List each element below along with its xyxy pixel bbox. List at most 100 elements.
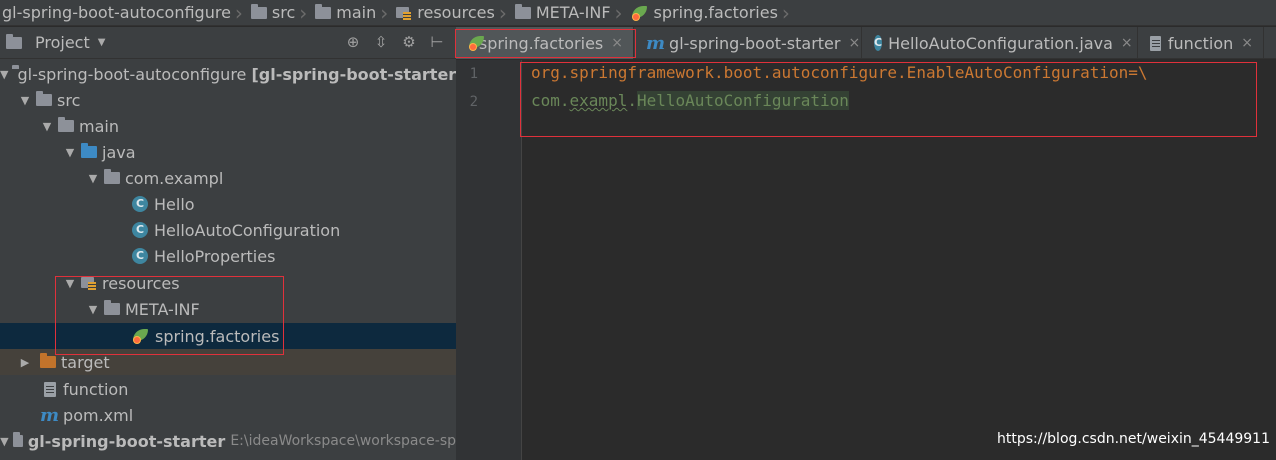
tree-item-java[interactable]: ▼ java [0, 139, 456, 165]
tree-item-label: spring.factories [155, 326, 280, 346]
collapse-icon[interactable]: ⇳ [372, 33, 390, 51]
folder-icon [104, 300, 120, 315]
project-icon [6, 33, 22, 49]
breadcrumb-label: resources [417, 3, 495, 22]
breadcrumb-label: src [271, 3, 296, 22]
tree-item-label: resources [102, 273, 180, 293]
expand-down-icon[interactable]: ▼ [18, 94, 32, 107]
tree-item-label: target [61, 352, 110, 372]
folder-icon [58, 117, 74, 132]
tab-function[interactable]: function × [1138, 27, 1264, 59]
tree-item-hello-properties[interactable]: C HelloProperties [0, 243, 456, 269]
maven-icon: m [646, 32, 666, 54]
resources-folder-icon [81, 276, 97, 290]
line-number: 2 [469, 94, 478, 110]
line-continuation: =\ [1128, 63, 1148, 82]
editor-tab-bar: spring.factories × m gl-spring-boot-star… [456, 27, 1276, 59]
code-line-2: com.exampl.HelloAutoConfiguration [531, 91, 849, 113]
tree-item-pom-xml[interactable]: m pom.xml [0, 402, 456, 428]
property-key: org.springframework.boot.autoconfigure.E… [531, 63, 1129, 82]
tree-item-path-hint: E:\ideaWorkspace\workspace-sp [230, 433, 456, 449]
class-icon: C [132, 248, 148, 264]
chevron-right-icon: › [299, 0, 308, 25]
breadcrumb-item-main[interactable]: main › [313, 0, 394, 25]
hide-icon[interactable]: ⊢ [428, 33, 446, 51]
breadcrumb-item-resources[interactable]: resources › [394, 0, 513, 25]
tree-item-meta-inf[interactable]: ▼ META-INF [0, 296, 456, 322]
breadcrumb-item-module[interactable]: gl-spring-boot-autoconfigure › [0, 0, 249, 25]
folder-icon [250, 3, 267, 19]
close-icon[interactable]: × [611, 35, 623, 51]
watermark-url: https://blog.csdn.net/weixin_45449911 [996, 431, 1270, 447]
breadcrumb-item-meta-inf[interactable]: META-INF › [513, 0, 629, 25]
expand-down-icon[interactable]: ▼ [86, 303, 100, 316]
breadcrumb-item-spring-factories[interactable]: spring.factories › [629, 0, 796, 25]
tab-label: HelloAutoConfiguration.java [888, 33, 1113, 53]
breadcrumb-item-src[interactable]: src › [249, 0, 313, 25]
chevron-right-icon: › [234, 0, 243, 25]
tree-item-hello-auto-configuration[interactable]: C HelloAutoConfiguration [0, 217, 456, 243]
tree-item-starter-module[interactable]: ▼ gl-spring-boot-starter E:\ideaWorkspac… [0, 428, 456, 454]
class-icon: C [874, 35, 883, 51]
tree-item-autoconfigure-module[interactable]: ▼ gl-spring-boot-autoconfigure [gl-sprin… [0, 61, 456, 87]
tab-gl-spring-boot-starter[interactable]: m gl-spring-boot-starter × [634, 27, 862, 59]
breadcrumb-label: META-INF [535, 3, 611, 22]
tree-item-label: Hello [154, 194, 195, 214]
breadcrumb-label: spring.factories [653, 3, 778, 22]
excluded-folder-icon [40, 353, 56, 368]
expand-right-icon[interactable]: ▶ [18, 356, 32, 369]
expand-down-icon[interactable]: ▼ [40, 120, 54, 133]
tab-label: spring.factories [478, 33, 604, 53]
expand-down-icon[interactable]: ▼ [0, 435, 9, 448]
tab-label: gl-spring-boot-starter [669, 33, 841, 53]
expand-down-icon[interactable]: ▼ [86, 172, 100, 185]
class-icon: C [132, 196, 148, 212]
close-icon[interactable]: × [1241, 35, 1253, 51]
target-icon[interactable]: ⊕ [344, 33, 362, 51]
tree-item-label: HelloProperties [154, 246, 276, 266]
tree-item-src[interactable]: ▼ src [0, 87, 456, 113]
expand-down-icon[interactable]: ▼ [63, 146, 77, 159]
tree-item-hello[interactable]: C Hello [0, 191, 456, 217]
tab-spring-factories[interactable]: spring.factories × [456, 27, 634, 59]
chevron-right-icon: › [781, 0, 790, 25]
class-reference: HelloAutoConfiguration [636, 91, 849, 110]
code-editor[interactable]: org.springframework.boot.autoconfigure.E… [523, 60, 1276, 460]
gear-icon[interactable]: ⚙ [400, 33, 418, 51]
module-folder-icon [12, 432, 23, 447]
folder-icon [514, 3, 531, 19]
tab-hello-auto-configuration[interactable]: C HelloAutoConfiguration.java × [862, 27, 1138, 59]
tree-item-package[interactable]: ▼ com.exampl [0, 165, 456, 191]
tree-item-label: main [79, 116, 119, 136]
tree-item-label: META-INF [125, 299, 200, 319]
tree-item-module-hint: [gl-spring-boot-starter-a [251, 64, 456, 84]
tree-item-label: pom.xml [63, 405, 134, 425]
spring-leaf-icon [132, 329, 150, 343]
tree-item-main[interactable]: ▼ main [0, 113, 456, 139]
chevron-right-icon: › [380, 0, 389, 25]
package-segment: com. [531, 91, 570, 110]
project-panel-title[interactable]: Project [35, 33, 90, 52]
dropdown-arrow-icon[interactable]: ▼ [98, 37, 106, 48]
maven-icon: m [40, 404, 60, 426]
expand-down-icon[interactable]: ▼ [63, 277, 77, 290]
spring-leaf-icon [468, 36, 484, 50]
tree-item-label: HelloAutoConfiguration [154, 220, 341, 240]
spring-leaf-icon [631, 5, 649, 20]
text-file-icon [44, 381, 56, 397]
close-icon[interactable]: × [1121, 35, 1133, 51]
text-file-icon [1150, 35, 1161, 51]
tree-item-target[interactable]: ▶ target [0, 349, 456, 375]
package-icon [104, 169, 120, 184]
tree-item-spring-factories[interactable]: spring.factories [0, 323, 456, 349]
tree-item-function[interactable]: function [0, 376, 456, 402]
breadcrumb-label: gl-spring-boot-autoconfigure [2, 3, 231, 22]
folder-icon [36, 91, 52, 106]
navigation-breadcrumb: gl-spring-boot-autoconfigure › src › main ›… [0, 0, 1276, 26]
tree-item-label: src [57, 90, 81, 110]
close-icon[interactable]: × [848, 35, 860, 51]
chevron-right-icon: › [498, 0, 507, 25]
tree-item-resources[interactable]: ▼ resources [0, 270, 456, 296]
project-panel-header: Project ▼ ⊕ ⇳ ⚙ ⊢ [0, 27, 456, 59]
expand-down-icon[interactable]: ▼ [0, 68, 8, 81]
